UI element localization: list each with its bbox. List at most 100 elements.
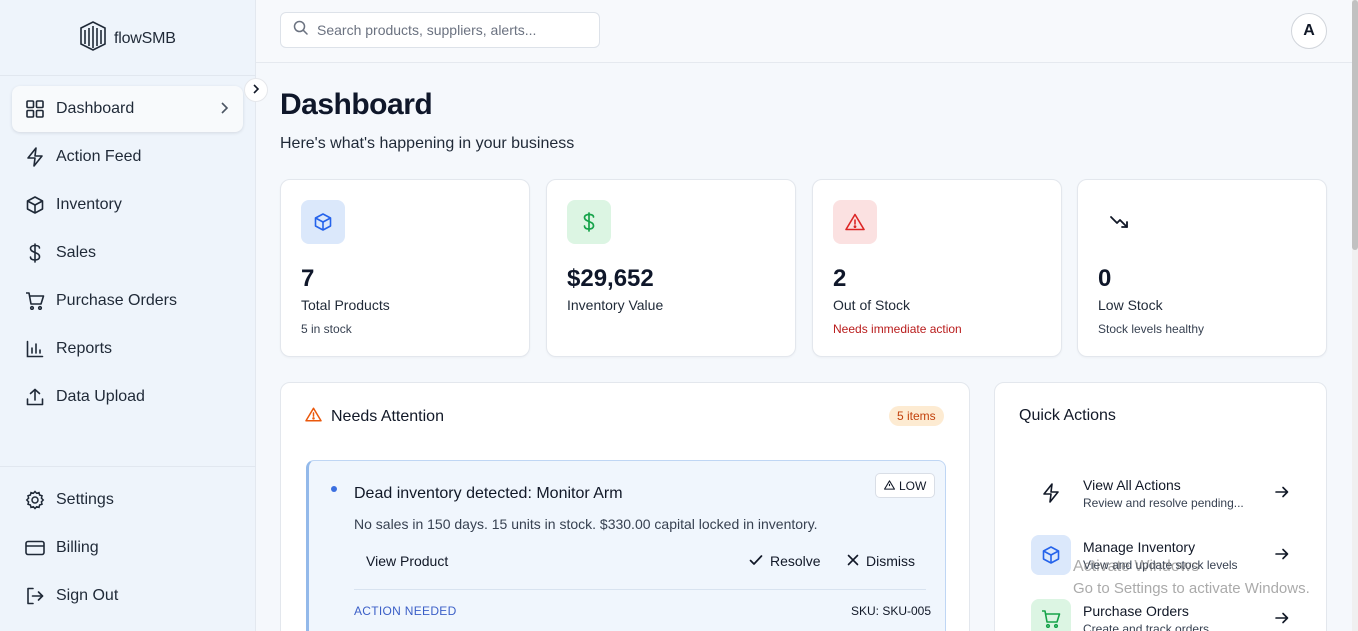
- sidebar-item-label: Inventory: [56, 196, 122, 213]
- sidebar-nav: Dashboard Action Feed Inventory Sales Pu…: [12, 86, 243, 422]
- button-label: Resolve: [770, 553, 821, 569]
- stat-card-low-stock: 0 Low Stock Stock levels healthy: [1077, 179, 1327, 357]
- check-icon: [749, 553, 763, 569]
- sidebar-item-label: Reports: [56, 340, 113, 357]
- panel-title: Needs Attention: [331, 408, 444, 425]
- box-icon: [1031, 535, 1071, 575]
- sidebar-item-label: Sales: [56, 244, 97, 261]
- alert-title: Dead inventory detected: Monitor Arm: [354, 485, 623, 502]
- stat-value: $29,652: [567, 265, 654, 292]
- needs-attention-panel: Needs Attention 5 items Dead inventory d…: [280, 382, 970, 631]
- gear-icon: [25, 490, 45, 510]
- sidebar-item-settings[interactable]: Settings: [12, 477, 243, 523]
- sidebar-item-label: Settings: [56, 491, 114, 508]
- sidebar-item-purchase-orders[interactable]: Purchase Orders: [12, 278, 243, 324]
- lightning-icon: [1031, 473, 1071, 513]
- watermark-line-1: Activate Windows: [1073, 558, 1200, 575]
- sidebar-item-reports[interactable]: Reports: [12, 326, 243, 372]
- user-avatar-button[interactable]: A: [1291, 13, 1327, 49]
- quick-action-subtitle: Create and track orders: [1083, 622, 1210, 631]
- page-scrollbar[interactable]: [1352, 0, 1358, 631]
- lightning-icon: [25, 147, 45, 167]
- watermark-line-2: Go to Settings to activate Windows.: [1073, 580, 1310, 597]
- cart-icon: [1031, 599, 1071, 631]
- sidebar-item-data-upload[interactable]: Data Upload: [12, 374, 243, 420]
- view-product-button[interactable]: View Product: [366, 553, 448, 569]
- arrow-right-icon: [1275, 485, 1289, 503]
- quick-action-title: Manage Inventory: [1083, 539, 1196, 555]
- alert-status: ACTION NEEDED: [354, 604, 457, 618]
- sidebar: flowSMB Dashboard Action Feed Inventory: [0, 0, 256, 631]
- sidebar-divider: [0, 75, 256, 76]
- stat-label: Low Stock: [1098, 297, 1163, 313]
- sidebar-item-sign-out[interactable]: Sign Out: [12, 573, 243, 619]
- page-subtitle: Here's what's happening in your business: [280, 135, 575, 152]
- sidebar-item-label: Purchase Orders: [56, 292, 177, 309]
- quick-action-title: Purchase Orders: [1083, 603, 1189, 619]
- box-icon: [25, 195, 45, 215]
- sidebar-item-billing[interactable]: Billing: [12, 525, 243, 571]
- quick-action-title: View All Actions: [1083, 477, 1181, 493]
- button-label: Dismiss: [866, 553, 915, 569]
- dollar-icon: [567, 200, 611, 244]
- close-icon: [847, 553, 859, 569]
- top-header: A: [256, 0, 1358, 63]
- stat-card-total-products: 7 Total Products 5 in stock: [280, 179, 530, 357]
- resolve-button[interactable]: Resolve: [749, 553, 821, 569]
- stat-label: Inventory Value: [567, 297, 664, 313]
- stat-value: 2: [833, 265, 847, 292]
- search-input[interactable]: [317, 22, 587, 38]
- quick-action-view-all-actions[interactable]: View All Actions Review and resolve pend…: [1031, 473, 1311, 517]
- warning-icon: [305, 407, 322, 427]
- stat-subtext: 5 in stock: [301, 322, 352, 336]
- dollar-icon: [25, 243, 45, 263]
- warning-icon: [833, 200, 877, 244]
- bar-chart-icon: [25, 339, 45, 359]
- search-box[interactable]: [280, 12, 600, 48]
- sidebar-collapse-button[interactable]: [244, 78, 268, 102]
- sidebar-item-inventory[interactable]: Inventory: [12, 182, 243, 228]
- sign-out-icon: [25, 586, 45, 606]
- stat-subtext: Stock levels healthy: [1098, 322, 1205, 336]
- app-logo[interactable]: flowSMB: [78, 20, 176, 57]
- search-icon: [293, 20, 308, 40]
- alert-sku: SKU: SKU-005: [851, 604, 932, 618]
- divider: [354, 589, 926, 590]
- scrollbar-thumb[interactable]: [1352, 0, 1358, 250]
- windows-activation-watermark: Activate Windows Go to Settings to activ…: [1073, 556, 1310, 600]
- quick-action-subtitle: Review and resolve pending...: [1083, 496, 1244, 510]
- logo-icon: [78, 20, 108, 57]
- sidebar-item-label: Action Feed: [56, 148, 142, 165]
- box-icon: [301, 200, 345, 244]
- sidebar-item-label: Billing: [56, 539, 99, 556]
- app-name: flowSMB: [114, 29, 176, 47]
- trend-down-icon: [1098, 200, 1142, 244]
- warning-icon: [884, 479, 895, 493]
- alert-card[interactable]: Dead inventory detected: Monitor Arm LOW…: [306, 460, 946, 631]
- quick-action-purchase-orders[interactable]: Purchase Orders Create and track orders: [1031, 599, 1311, 631]
- upload-icon: [25, 387, 45, 407]
- sidebar-item-label: Sign Out: [56, 587, 119, 604]
- sidebar-item-action-feed[interactable]: Action Feed: [12, 134, 243, 180]
- cart-icon: [25, 291, 45, 311]
- stat-card-out-of-stock: 2 Out of Stock Needs immediate action: [812, 179, 1062, 357]
- avatar-initial: A: [1303, 22, 1315, 39]
- chevron-right-icon: [252, 81, 260, 99]
- sidebar-item-label: Data Upload: [56, 388, 145, 405]
- alert-description: No sales in 150 days. 15 units in stock.…: [354, 516, 818, 532]
- panel-header: Needs Attention: [305, 407, 444, 427]
- dismiss-button[interactable]: Dismiss: [847, 553, 915, 569]
- dashboard-grid-icon: [25, 99, 45, 119]
- sidebar-divider: [0, 466, 256, 467]
- stat-label: Out of Stock: [833, 297, 911, 313]
- sidebar-item-dashboard[interactable]: Dashboard: [12, 86, 243, 132]
- page-title: Dashboard: [280, 88, 433, 121]
- chevron-right-icon: [219, 101, 229, 120]
- panel-title: Quick Actions: [1019, 407, 1116, 424]
- sidebar-item-label: Dashboard: [56, 100, 135, 117]
- stat-value: 7: [301, 265, 315, 292]
- sidebar-item-sales[interactable]: Sales: [12, 230, 243, 276]
- card-icon: [25, 538, 45, 558]
- priority-label: LOW: [899, 478, 927, 493]
- priority-badge: LOW: [875, 473, 936, 498]
